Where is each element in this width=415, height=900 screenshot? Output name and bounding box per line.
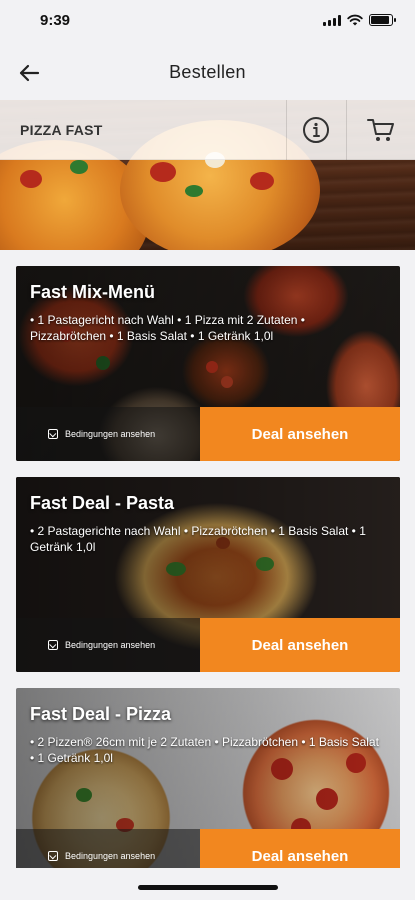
expand-icon — [48, 851, 58, 861]
conditions-link[interactable]: Bedingungen ansehen — [16, 407, 200, 461]
shopping-cart-icon — [366, 119, 394, 141]
info-button[interactable] — [286, 100, 346, 160]
status-icons — [323, 14, 396, 26]
deal-description: • 2 Pizzen® 26cm mit je 2 Zutaten • Pizz… — [30, 735, 379, 765]
deal-card-mix-menu: Fast Mix-Menü • 1 Pastagericht nach Wahl… — [16, 266, 400, 461]
view-deal-button[interactable]: Deal ansehen — [200, 618, 400, 672]
status-time: 9:39 — [40, 12, 71, 29]
conditions-label: Bedingungen ansehen — [65, 640, 156, 650]
deal-description: • 2 Pastagerichte nach Wahl • Pizzabrötc… — [30, 524, 366, 554]
deal-title: Fast Deal - Pizza — [30, 704, 172, 724]
conditions-label: Bedingungen ansehen — [65, 429, 156, 439]
deal-title: Fast Deal - Pasta — [30, 493, 175, 513]
deal-title: Fast Mix-Menü — [30, 282, 156, 302]
conditions-label: Bedingungen ansehen — [65, 851, 156, 861]
deal-description: • 1 Pastagericht nach Wahl • 1 Pizza mit… — [30, 313, 305, 343]
shop-name: PIZZA FAST — [20, 122, 103, 138]
status-bar: 9:39 — [0, 0, 415, 44]
page-title: Bestellen — [169, 62, 246, 82]
battery-icon — [369, 14, 396, 26]
signal-icon — [323, 14, 341, 26]
wifi-icon — [347, 14, 363, 26]
cart-button[interactable] — [346, 100, 415, 160]
deal-card-pasta: Fast Deal - Pasta • 2 Pastagerichte nach… — [16, 477, 400, 672]
shop-header-strip: PIZZA FAST — [0, 100, 415, 160]
shop-hero: PIZZA FAST — [0, 100, 415, 250]
expand-icon — [48, 429, 58, 439]
home-indicator-area — [0, 868, 415, 900]
view-deal-button[interactable]: Deal ansehen — [200, 407, 400, 461]
home-indicator[interactable] — [138, 885, 278, 890]
nav-bar: Bestellen — [0, 44, 415, 100]
info-circle-icon — [303, 117, 329, 143]
expand-icon — [48, 640, 58, 650]
conditions-link[interactable]: Bedingungen ansehen — [16, 618, 200, 672]
deal-card-pizza: Fast Deal - Pizza • 2 Pizzen® 26cm mit j… — [16, 688, 400, 883]
